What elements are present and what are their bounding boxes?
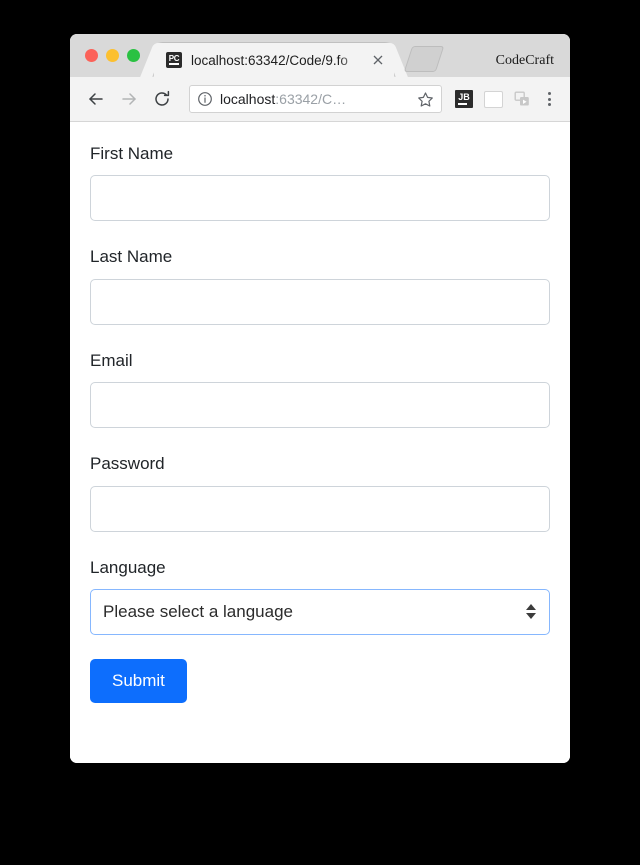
- minimize-window-button[interactable]: [106, 49, 119, 62]
- blank-square-icon: [483, 90, 503, 108]
- email-label: Email: [90, 350, 133, 370]
- field-group-last-name: Last Name: [90, 247, 550, 325]
- language-select-wrapper: Please select a language: [90, 588, 550, 635]
- page-content: First Name Last Name Email Password Lang…: [70, 122, 570, 763]
- url-text: localhost:63342/C…: [220, 91, 411, 107]
- chevron-down-icon: [526, 613, 536, 620]
- tab-strip: PC localhost:63342/Code/9.fo CodeCraft: [70, 34, 570, 77]
- maximize-window-button[interactable]: [127, 49, 140, 62]
- menu-dot: [547, 92, 551, 95]
- forward-arrow-icon: [115, 85, 143, 113]
- select-stepper-arrows-icon[interactable]: [525, 604, 537, 620]
- site-info-icon[interactable]: [197, 91, 213, 107]
- browser-toolbar: localhost:63342/C… JB: [70, 77, 570, 122]
- address-bar[interactable]: localhost:63342/C…: [189, 85, 442, 113]
- jb-label: JB: [458, 92, 470, 102]
- url-host: localhost: [220, 91, 276, 107]
- reload-icon[interactable]: [148, 85, 176, 113]
- three-dot-menu-icon[interactable]: [538, 86, 560, 112]
- field-group-language: Language Please select a language: [90, 558, 550, 635]
- language-label: Language: [90, 557, 166, 577]
- jb-badge: JB: [455, 90, 473, 108]
- bookmark-star-icon[interactable]: [417, 91, 434, 108]
- blank-extension-icon[interactable]: [480, 86, 506, 112]
- language-select-value: Please select a language: [103, 601, 293, 621]
- pycharm-favicon-icon: PC: [166, 52, 182, 68]
- close-tab-icon[interactable]: [370, 52, 386, 68]
- password-input[interactable]: [90, 485, 550, 532]
- new-tab-button[interactable]: [403, 46, 445, 72]
- back-arrow-icon[interactable]: [82, 85, 110, 113]
- close-window-button[interactable]: [85, 49, 98, 62]
- window-traffic-lights: [70, 34, 150, 77]
- first-name-label: First Name: [90, 144, 174, 163]
- submit-button[interactable]: Submit: [90, 658, 187, 704]
- window-brand-label: CodeCraft: [495, 53, 554, 68]
- language-select[interactable]: Please select a language: [90, 588, 550, 635]
- last-name-input[interactable]: [90, 278, 550, 325]
- chevron-up-icon: [526, 604, 536, 611]
- menu-dot: [547, 103, 551, 106]
- menu-dot: [547, 97, 551, 101]
- jetbrains-extension-icon[interactable]: JB: [451, 86, 477, 112]
- favicon-underline: [169, 63, 179, 65]
- field-group-password: Password: [90, 454, 550, 532]
- jb-underline: [458, 103, 467, 105]
- field-group-email: Email: [90, 350, 550, 429]
- first-name-input[interactable]: [90, 175, 550, 222]
- email-input[interactable]: [90, 382, 550, 429]
- url-path: :63342/C…: [275, 91, 347, 107]
- password-label: Password: [90, 454, 165, 474]
- tab-title: localhost:63342/Code/9.fo: [191, 52, 348, 68]
- browser-window: PC localhost:63342/Code/9.fo CodeCraft l…: [70, 34, 570, 763]
- last-name-label: Last Name: [90, 247, 173, 267]
- favicon-label: PC: [168, 54, 180, 63]
- cast-media-icon: [509, 86, 535, 112]
- field-group-first-name: First Name: [90, 144, 550, 222]
- browser-tab[interactable]: PC localhost:63342/Code/9.fo: [154, 43, 394, 77]
